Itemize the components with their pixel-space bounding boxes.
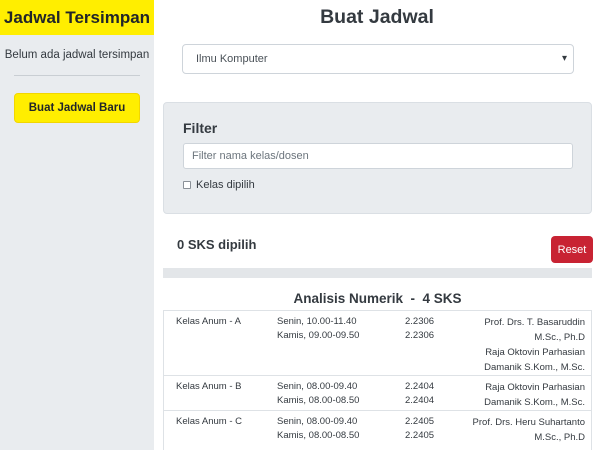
class-table: Kelas Anum - A Senin, 10.00-11.40 Kamis,… bbox=[163, 310, 592, 450]
sidebar: Jadwal Tersimpan Belum ada jadwal tersim… bbox=[0, 0, 154, 450]
sidebar-divider bbox=[14, 75, 140, 76]
filter-input[interactable]: Filter nama kelas/dosen bbox=[183, 143, 573, 169]
class-room: 2.2405 bbox=[405, 430, 435, 441]
caret-down-icon: ▾ bbox=[561, 53, 567, 64]
selected-classes-checkbox[interactable] bbox=[183, 181, 191, 189]
class-lecturers: Raja Oktovin Parhasian Damanik S.Kom., M… bbox=[455, 376, 591, 410]
reset-button[interactable]: Reset bbox=[551, 236, 593, 263]
class-name: Kelas Anum - B bbox=[176, 381, 242, 392]
class-time: Kamis, 09.00-09.50 bbox=[277, 330, 360, 341]
class-row[interactable]: Kelas Anum - B Senin, 08.00-09.40 Kamis,… bbox=[164, 376, 591, 411]
class-times: Senin, 08.00-09.40 Kamis, 08.00-08.50 bbox=[261, 411, 389, 450]
class-lecturer: Raja Oktovin Parhasian Damanik S.Kom., M… bbox=[484, 382, 585, 408]
filter-input-placeholder: Filter nama kelas/dosen bbox=[192, 150, 309, 162]
class-time: Kamis, 08.00-08.50 bbox=[277, 430, 360, 441]
sks-counter: 0 SKS dipilih bbox=[177, 237, 257, 252]
selected-classes-label: Kelas dipilih bbox=[196, 179, 255, 191]
class-rooms: 2.2306 2.2306 bbox=[389, 311, 455, 375]
class-name: Kelas Anum - C bbox=[176, 416, 242, 427]
class-time: Senin, 08.00-09.40 bbox=[277, 381, 358, 392]
page-title: Buat Jadwal bbox=[320, 6, 434, 28]
class-rooms: 2.2404 2.2404 bbox=[389, 376, 455, 410]
class-times: Senin, 08.00-09.40 Kamis, 08.00-08.50 bbox=[261, 376, 389, 410]
class-room: 2.2404 bbox=[405, 395, 435, 406]
class-lecturer: Raja Oktovin Parhasian Damanik S.Kom., M… bbox=[484, 347, 585, 373]
class-lecturers: Prof. Drs. Heru Suhartanto M.Sc., Ph.D bbox=[455, 411, 591, 450]
class-lecturers: Prof. Drs. T. Basaruddin M.Sc., Ph.D Raj… bbox=[455, 311, 591, 375]
filter-card: Filter Filter nama kelas/dosen Kelas dip… bbox=[163, 102, 592, 214]
class-room: 2.2306 bbox=[405, 330, 435, 341]
filter-title: Filter bbox=[183, 120, 218, 136]
program-select[interactable]: Ilmu Komputer ▾ bbox=[182, 44, 574, 74]
course-title: Analisis Numerik - 4 SKS bbox=[293, 291, 462, 306]
class-rooms: 2.2405 2.2405 bbox=[389, 411, 455, 450]
class-row[interactable]: Kelas Anum - A Senin, 10.00-11.40 Kamis,… bbox=[164, 311, 591, 376]
class-lecturer: Prof. Drs. Heru Suhartanto M.Sc., Ph.D bbox=[472, 417, 585, 443]
class-room: 2.2306 bbox=[405, 316, 435, 327]
class-times: Senin, 10.00-11.40 Kamis, 09.00-09.50 bbox=[261, 311, 389, 375]
course-separator-bar bbox=[163, 268, 592, 278]
main-panel: Buat Jadwal Ilmu Komputer ▾ Filter Filte… bbox=[154, 0, 600, 450]
class-row[interactable]: Kelas Anum - C Senin, 08.00-09.40 Kamis,… bbox=[164, 411, 591, 450]
class-room: 2.2404 bbox=[405, 381, 435, 392]
class-time: Senin, 10.00-11.40 bbox=[277, 316, 357, 327]
class-name: Kelas Anum - A bbox=[176, 316, 241, 327]
class-time: Kamis, 08.00-08.50 bbox=[277, 395, 360, 406]
class-time: Senin, 08.00-09.40 bbox=[277, 416, 358, 427]
new-schedule-button[interactable]: Buat Jadwal Baru bbox=[14, 93, 140, 123]
sidebar-title: Jadwal Tersimpan bbox=[0, 0, 154, 35]
program-select-value: Ilmu Komputer bbox=[196, 53, 268, 65]
selected-classes-checkbox-row[interactable]: Kelas dipilih bbox=[183, 179, 255, 191]
class-lecturer: Prof. Drs. T. Basaruddin M.Sc., Ph.D bbox=[484, 317, 585, 343]
empty-saved-message: Belum ada jadwal tersimpan bbox=[4, 49, 150, 61]
class-room: 2.2405 bbox=[405, 416, 435, 427]
